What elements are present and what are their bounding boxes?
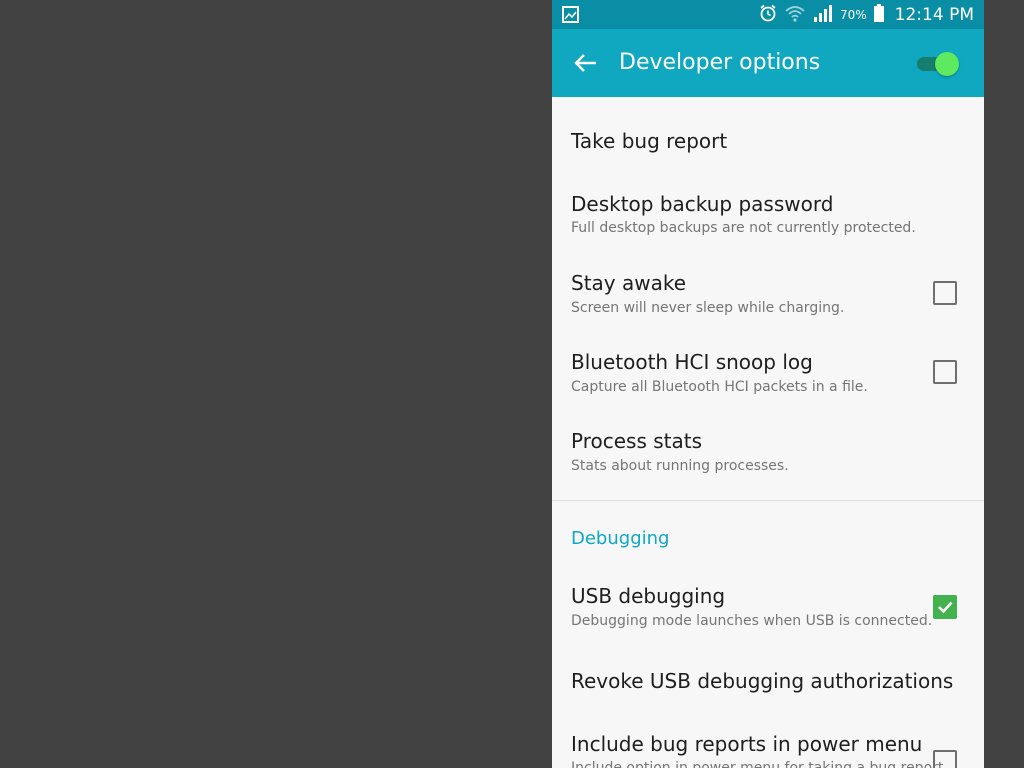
item-title: Stay awake [571,271,687,295]
checkmark-icon [938,601,953,614]
signal-icon [812,3,834,27]
developer-options-toggle[interactable] [915,50,963,78]
image-icon [562,6,579,27]
battery-icon [873,3,885,27]
desktop-backup-password-item[interactable]: Desktop backup password Full desktop bac… [552,177,984,257]
usb-debugging-checkbox[interactable] [933,595,957,619]
phone-screen: 70% 12:14 PM Developer options Take bug … [552,0,984,768]
alarm-icon [758,3,778,27]
bluetooth-hci-snoop-log-item[interactable]: Bluetooth HCI snoop log Capture all Blue… [552,337,984,417]
item-subtitle: Full desktop backups are not currently p… [571,220,916,236]
stay-awake-checkbox[interactable] [933,281,957,305]
item-title: Bluetooth HCI snoop log [571,350,813,374]
usb-debugging-item[interactable]: USB debugging Debugging mode launches wh… [552,569,984,649]
item-title: Desktop backup password [571,192,834,216]
item-subtitle: Stats about running processes. [571,458,789,474]
bug-reports-power-menu-item[interactable]: Include bug reports in power menu Includ… [552,722,984,768]
page-title: Developer options [619,50,821,75]
battery-percent: 70% [840,7,867,22]
bug-reports-power-menu-checkbox[interactable] [933,750,957,768]
item-subtitle: Capture all Bluetooth HCI packets in a f… [571,379,868,395]
wifi-icon [784,3,806,27]
item-subtitle: Screen will never sleep while charging. [571,300,845,316]
back-button[interactable] [572,51,600,75]
section-divider [552,500,984,501]
item-title: Take bug report [571,129,728,153]
item-title: USB debugging [571,584,726,608]
item-subtitle: Debugging mode launches when USB is conn… [571,613,933,629]
take-bug-report-item[interactable]: Take bug report [552,97,984,177]
status-time: 12:14 PM [894,4,974,25]
bluetooth-hci-checkbox[interactable] [933,360,957,384]
process-stats-item[interactable]: Process stats Stats about running proces… [552,417,984,499]
revoke-usb-authorizations-item[interactable]: Revoke USB debugging authorizations [552,652,984,722]
stay-awake-item[interactable]: Stay awake Screen will never sleep while… [552,257,984,337]
item-title: Process stats [571,429,703,453]
item-title: Include bug reports in power menu [571,732,923,756]
item-subtitle: Include option in power menu for taking … [571,760,948,768]
status-bar: 70% 12:14 PM [552,0,984,29]
debugging-section-header: Debugging [571,528,670,549]
arrow-left-icon [574,54,596,72]
toggle-thumb [935,52,959,76]
app-bar: Developer options [552,29,984,97]
item-title: Revoke USB debugging authorizations [571,669,954,693]
